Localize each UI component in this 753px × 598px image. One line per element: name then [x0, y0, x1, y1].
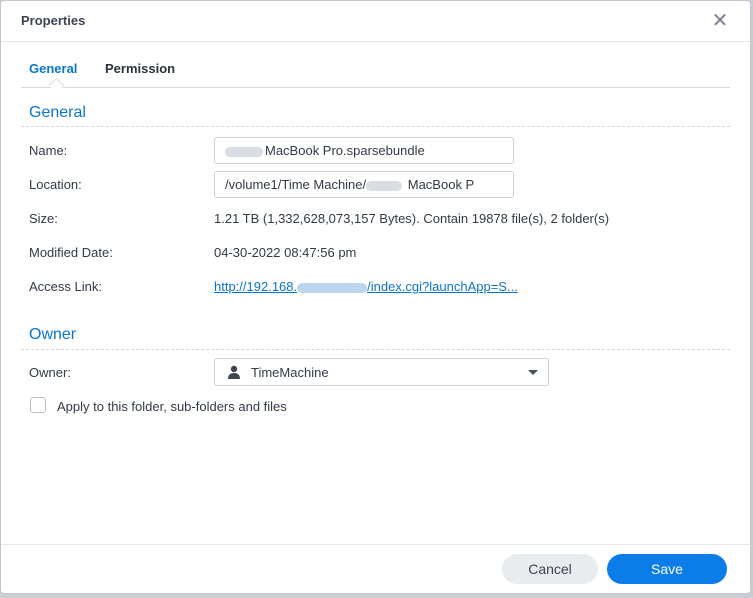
tab-general[interactable]: General [29, 61, 77, 76]
section-title-general: General [29, 104, 86, 121]
redacted-text [366, 180, 403, 191]
section-divider [21, 126, 730, 127]
access-link-label: Access Link: [29, 279, 102, 294]
user-icon [228, 365, 240, 379]
dialog-title: Properties [21, 13, 86, 28]
location-value-prefix: /volume1/Time Machine/ [225, 177, 367, 192]
name-field[interactable]: MacBook Pro.sparsebundle [214, 137, 514, 164]
size-label: Size: [29, 211, 58, 226]
cancel-button[interactable]: Cancel [502, 554, 598, 584]
location-field[interactable]: /volume1/Time Machine/ MacBook P [214, 171, 514, 198]
active-tab-indicator [48, 77, 65, 94]
location-value-suffix: MacBook P [404, 177, 475, 192]
properties-dialog: Properties ✕ General Permission General … [0, 0, 751, 594]
apply-recursive-checkbox[interactable] [30, 397, 46, 413]
save-button[interactable]: Save [607, 554, 727, 584]
access-link-prefix: http://192.168. [214, 279, 298, 294]
redacted-text [225, 146, 263, 157]
section-title-owner: Owner [29, 326, 77, 343]
apply-recursive-label: Apply to this folder, sub-folders and fi… [57, 399, 287, 414]
name-label: Name: [29, 143, 68, 158]
title-bar: Properties ✕ [1, 1, 750, 42]
tab-permission[interactable]: Permission [105, 61, 175, 76]
owner-selected-value: TimeMachine [251, 365, 329, 380]
owner-select[interactable]: TimeMachine [214, 358, 549, 386]
modified-date-value: 04-30-2022 08:47:56 pm [214, 245, 357, 260]
modified-date-label: Modified Date: [29, 245, 113, 260]
chevron-down-icon [528, 370, 538, 375]
tab-bar: General Permission [21, 41, 730, 94]
access-link-suffix: /index.cgi?launchApp=S... [367, 279, 518, 294]
section-divider [21, 349, 730, 350]
dialog-footer: Cancel Save [1, 544, 750, 593]
location-label: Location: [29, 177, 82, 192]
owner-label: Owner: [29, 365, 71, 380]
redacted-text [297, 282, 368, 293]
close-icon[interactable]: ✕ [708, 9, 732, 33]
access-link[interactable]: http://192.168. /index.cgi?launchApp=S... [214, 279, 518, 294]
name-value: MacBook Pro.sparsebundle [265, 143, 425, 158]
size-value: 1.21 TB (1,332,628,073,157 Bytes). Conta… [214, 211, 610, 226]
